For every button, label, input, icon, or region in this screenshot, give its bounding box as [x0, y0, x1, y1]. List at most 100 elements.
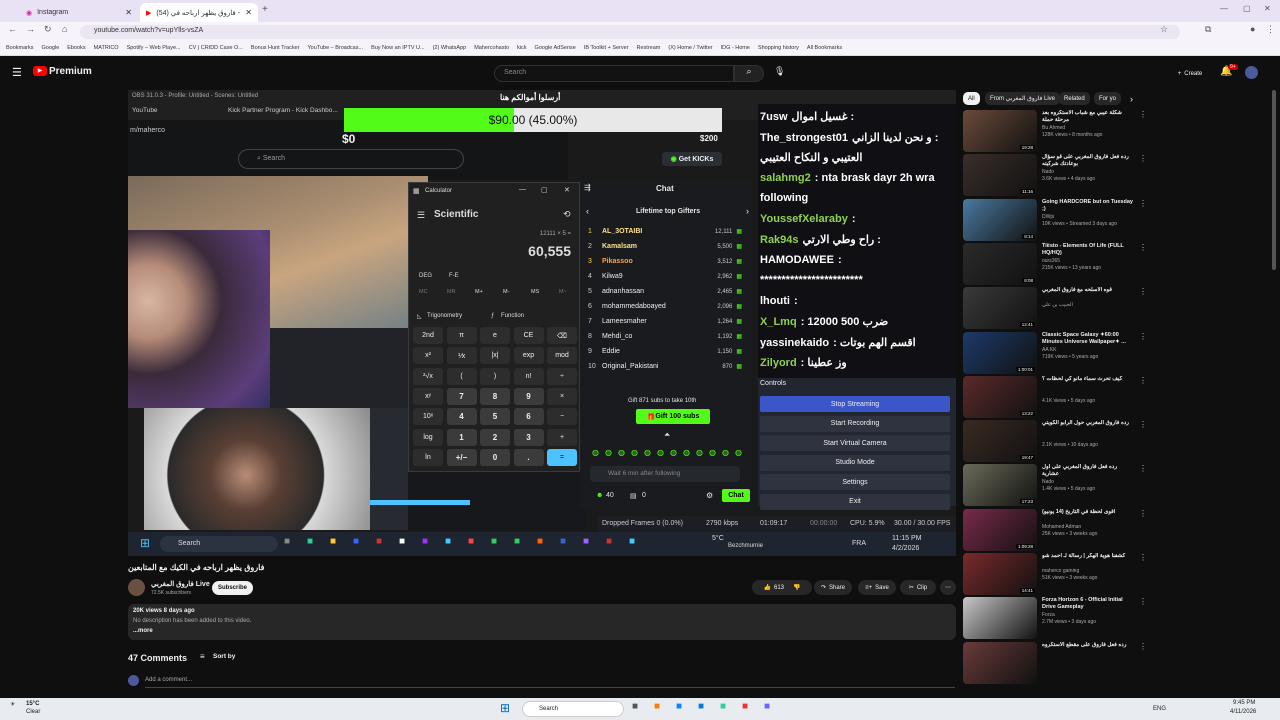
filter-chip[interactable]: Related: [1059, 92, 1090, 105]
filter-chip[interactable]: From فاروق المغربي Live: [985, 92, 1061, 105]
windows-icon[interactable]: ⊞: [140, 536, 150, 550]
emote-icon[interactable]: ◍: [631, 448, 638, 457]
emote-icon[interactable]: ◍: [709, 448, 716, 457]
chat-username[interactable]: yassinekaido: [760, 337, 829, 349]
stream-taskbar-search[interactable]: Search: [160, 536, 278, 552]
emote-icon[interactable]: ◍: [683, 448, 690, 457]
sidebar-video[interactable]: 1:09:28 اقوى لحظة في التاريخ (14 يونيو) Mo…: [963, 508, 1147, 553]
more-icon[interactable]: ⋮: [1139, 376, 1147, 385]
app-icon[interactable]: ■: [606, 536, 612, 547]
description-box[interactable]: 20K views 8 days ago No description has …: [128, 604, 956, 640]
sidebar-video[interactable]: 19:28 شكلة عيبي مع شباب الاستكروه بعد مرح…: [963, 110, 1147, 154]
get-kicks-button[interactable]: ◉ Get KICKs: [662, 152, 722, 166]
sidebar-video[interactable]: 12:41 قوه الاسلحه مع فاروق المغربي الحبيب …: [963, 287, 1147, 331]
calc-key[interactable]: π: [446, 327, 477, 344]
calc-key[interactable]: ⅟x: [446, 347, 477, 365]
forward-icon[interactable]: →: [26, 24, 35, 34]
back-icon[interactable]: ←: [8, 24, 17, 34]
video-title[interactable]: Forza Horizon 6 - Official Initial Drive…: [1042, 597, 1134, 611]
video-title[interactable]: شكلة عيبي مع شباب الاستكروه بعد مرحلة حم…: [1042, 110, 1134, 124]
channel-name[interactable]: Mohamed Adman: [1042, 524, 1081, 530]
add-comment-input[interactable]: Add a comment...: [145, 677, 192, 683]
sidebar-video[interactable]: 14:41 كشفنا هوية الهكر | رسالة لـ احمد شو…: [963, 553, 1147, 597]
youtube-logo-icon[interactable]: ▶: [33, 66, 47, 76]
calc-key[interactable]: 8: [480, 387, 510, 405]
windows-icon[interactable]: ⊞: [500, 701, 510, 715]
emote-icon[interactable]: ◍: [657, 448, 664, 457]
more-icon[interactable]: ⋮: [1139, 464, 1147, 473]
calc-key[interactable]: −: [547, 408, 577, 426]
hamburger-icon[interactable]: ☰: [12, 66, 22, 79]
more-actions-button[interactable]: ⋯: [940, 580, 956, 595]
memory-button[interactable]: M~: [559, 289, 567, 295]
video-title[interactable]: اقوى لحظة في التاريخ (14 يونيو): [1042, 509, 1134, 516]
app-icon[interactable]: ■: [422, 536, 428, 547]
function-menu[interactable]: Function: [501, 313, 524, 319]
trig-menu[interactable]: Trigonometry: [427, 313, 462, 319]
calc-key[interactable]: 7: [446, 387, 477, 405]
more-icon[interactable]: ⋮: [1139, 110, 1147, 119]
profile-icon[interactable]: ●: [1250, 24, 1255, 34]
calc-key[interactable]: mod: [547, 347, 577, 365]
more-icon[interactable]: ⋮: [1139, 199, 1147, 208]
home-icon[interactable]: ⌂: [62, 24, 67, 34]
share-button[interactable]: ↷ Share: [814, 580, 852, 595]
chat-username[interactable]: 7usw: [760, 111, 788, 123]
minimize-icon[interactable]: —: [519, 186, 526, 193]
avatar[interactable]: [1245, 66, 1258, 79]
chevron-right-icon[interactable]: ›: [1130, 94, 1133, 104]
video-title[interactable]: كشفنا هوية الهكر | رسالة لـ احمد شو: [1042, 553, 1134, 560]
more-icon[interactable]: ⋮: [1139, 642, 1147, 651]
emote-icon[interactable]: ◍: [722, 448, 729, 457]
tab-youtube[interactable]: ▶ فاروق يظهر ارباحه في (54) - YouTube ✕: [140, 3, 258, 22]
calc-key[interactable]: 6: [513, 408, 544, 426]
chat-username[interactable]: salahmg2: [760, 172, 811, 184]
bookmark-item[interactable]: (X) Home / Twitter: [668, 45, 712, 51]
bookmark-item[interactable]: Bonus Hunt Tracker: [251, 45, 300, 51]
bookmark-item[interactable]: Spotify – Web Playe...: [127, 45, 181, 51]
bookmark-item[interactable]: IDG - Home: [721, 45, 750, 51]
video-title[interactable]: قوه الاسلحه مع فاروق المغربي: [1042, 287, 1134, 294]
bookmark-item[interactable]: kick: [517, 45, 526, 51]
calc-key[interactable]: ²√x: [413, 367, 443, 385]
kick-search-input[interactable]: ⌕ Search: [238, 149, 464, 169]
filter-chip[interactable]: All: [963, 92, 980, 105]
bookmark-item[interactable]: Google: [42, 45, 60, 51]
app-icon[interactable]: ■: [720, 701, 726, 712]
bookmark-item[interactable]: Mahercohasto: [474, 45, 509, 51]
calc-key[interactable]: 5: [480, 408, 510, 426]
chat-username[interactable]: YoussefXelaraby: [760, 213, 848, 225]
app-icon[interactable]: ■: [629, 536, 635, 547]
calc-key[interactable]: ): [480, 367, 510, 385]
app-icon[interactable]: ■: [698, 701, 704, 712]
calc-key[interactable]: ×: [547, 387, 577, 405]
bookmark-item[interactable]: CV | CRIDD Case O...: [189, 45, 243, 51]
control-button[interactable]: Start Virtual Camera: [760, 435, 950, 451]
video-title[interactable]: كيف تحرث سماء مانو كي لحظات ؟: [1042, 376, 1134, 383]
close-icon[interactable]: ✕: [564, 186, 570, 194]
sidebar-video[interactable]: 11:16 رده فعل فاروق المغربي على قو سؤال ب…: [963, 154, 1147, 198]
close-icon[interactable]: ✕: [125, 8, 132, 17]
emote-icon[interactable]: ◍: [670, 448, 677, 457]
app-icon[interactable]: ■: [632, 701, 638, 712]
subscribe-button[interactable]: Subscribe: [212, 581, 253, 595]
chat-username[interactable]: X_Lmq: [760, 316, 797, 328]
calc-key[interactable]: x²: [413, 347, 443, 365]
calc-key[interactable]: 9: [513, 387, 544, 405]
mic-icon[interactable]: 🎙: [774, 66, 785, 77]
extensions-icon[interactable]: ⧉: [1205, 24, 1211, 35]
sidebar-video[interactable]: Forza Horizon 6 - Official Initial Drive…: [963, 597, 1147, 641]
app-icon[interactable]: ■: [537, 536, 543, 547]
chat-username[interactable]: HAMODAWEE: [760, 254, 834, 266]
calc-key[interactable]: xʸ: [413, 387, 443, 405]
sidebar-video[interactable]: 17:23 رده فعل فاروق المغربي على أول عشاري…: [963, 464, 1147, 508]
create-button[interactable]: + Create: [1170, 65, 1210, 82]
calc-key[interactable]: +: [547, 428, 577, 446]
app-icon[interactable]: ■: [742, 701, 748, 712]
memory-button[interactable]: MC: [419, 289, 428, 295]
bookmark-item[interactable]: Buy Now an IPTV U...: [371, 45, 425, 51]
clip-button[interactable]: ✂ Clip: [900, 580, 936, 595]
channel-name[interactable]: maherco gaming: [1042, 568, 1079, 574]
gear-icon[interactable]: ⚙: [706, 491, 713, 500]
tab-instagram[interactable]: ◉ Instagram ✕: [20, 3, 138, 22]
